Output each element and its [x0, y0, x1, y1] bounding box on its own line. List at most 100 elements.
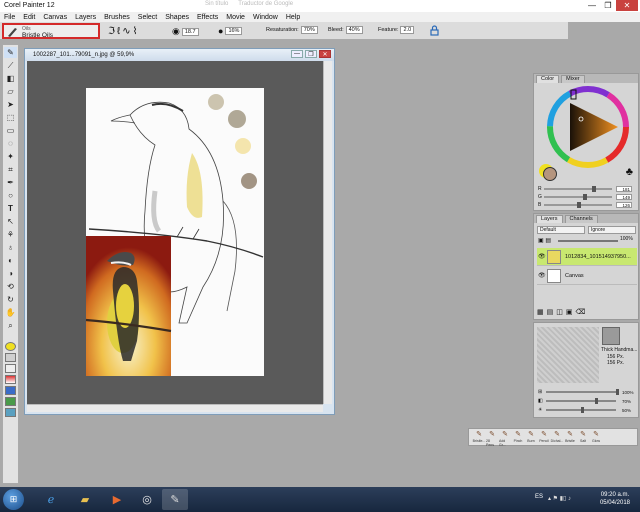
- explorer-icon[interactable]: ▰: [72, 489, 98, 510]
- menu-edit[interactable]: Edit: [23, 14, 35, 21]
- stroke-icon[interactable]: ⌇: [133, 26, 138, 37]
- chrome-icon[interactable]: ◎: [134, 489, 160, 510]
- stroke-icon[interactable]: ℓ: [117, 26, 120, 37]
- transform-tool-icon[interactable]: ⬚: [4, 112, 17, 123]
- tray-icons[interactable]: ▴ ⚑ ▮▯ ♪: [548, 495, 571, 502]
- media-player-icon[interactable]: ▶: [104, 489, 130, 510]
- resaturation-field[interactable]: 70%: [300, 26, 318, 34]
- paper-scale-slider[interactable]: [546, 389, 619, 395]
- painter-taskbar-icon[interactable]: ✎: [162, 489, 188, 510]
- canvas-artwork[interactable]: [27, 61, 323, 404]
- menu-movie[interactable]: Movie: [226, 14, 245, 21]
- composite-method-select[interactable]: Default: [537, 226, 585, 234]
- layer-lock-icons[interactable]: ▣ ▤: [538, 237, 551, 244]
- layer-adjuster-icon[interactable]: ➤: [4, 99, 17, 110]
- tab-mixer[interactable]: Mixer: [561, 75, 585, 83]
- doc-close-button[interactable]: ✕: [319, 50, 331, 58]
- pen-tool-icon[interactable]: ✒: [4, 177, 17, 188]
- r-slider-knob[interactable]: [592, 185, 597, 192]
- menu-file[interactable]: File: [4, 14, 15, 21]
- opacity-field[interactable]: 16%: [225, 27, 243, 35]
- burn-tool-icon[interactable]: ◑: [4, 268, 17, 279]
- b-slider[interactable]: [544, 201, 612, 208]
- rect-select-icon[interactable]: ▭: [4, 125, 17, 136]
- g-value[interactable]: 149: [616, 193, 632, 200]
- clock[interactable]: 09:20 a.m. 05/04/2018: [600, 491, 630, 507]
- feature-field[interactable]: 2.0: [400, 26, 415, 34]
- paper-contrast-slider[interactable]: [546, 398, 616, 404]
- lock-icon[interactable]: [430, 25, 439, 36]
- shape-select-icon[interactable]: ↖: [4, 216, 17, 227]
- canvas-area[interactable]: [27, 61, 323, 404]
- layer-action-icons[interactable]: ▦▤◫▣⌫: [537, 308, 588, 316]
- paper-scale-value[interactable]: 100%: [622, 390, 634, 395]
- dodge-tool-icon[interactable]: ◐: [4, 255, 17, 266]
- doc-maximize-button[interactable]: ❐: [305, 50, 317, 58]
- look-selector-icon[interactable]: [5, 408, 16, 417]
- text-tool-icon[interactable]: T: [4, 203, 17, 214]
- dropper-tool-icon[interactable]: ⟋: [4, 60, 17, 71]
- crop-tool-icon[interactable]: ⌗: [4, 164, 17, 175]
- brush-selector[interactable]: Oils Bristle Oils: [2, 23, 100, 39]
- doc-minimize-button[interactable]: —: [291, 50, 303, 58]
- layer-row-canvas[interactable]: 👁 Canvas: [537, 267, 637, 285]
- menu-help[interactable]: Help: [286, 14, 300, 21]
- color-wheel[interactable]: [540, 85, 636, 169]
- brush-preset[interactable]: ✎ Bristle...: [473, 430, 486, 445]
- menu-canvas[interactable]: Canvas: [43, 14, 67, 21]
- shape-tool-icon[interactable]: ○: [4, 190, 17, 201]
- horizontal-scrollbar[interactable]: [27, 404, 323, 412]
- maximize-button[interactable]: ❐: [600, 0, 616, 11]
- menu-shapes[interactable]: Shapes: [165, 14, 189, 21]
- close-button[interactable]: ✕: [616, 0, 638, 11]
- minimize-button[interactable]: —: [584, 0, 600, 11]
- menu-layers[interactable]: Layers: [75, 14, 96, 21]
- paper-selector-icon[interactable]: [5, 353, 16, 362]
- nozzle-selector-icon[interactable]: [5, 397, 16, 406]
- mirror-tool-icon[interactable]: ⟲: [4, 281, 17, 292]
- brush-preset[interactable]: ✎ Burn: [525, 430, 537, 445]
- tab-color[interactable]: Color: [536, 75, 560, 83]
- r-slider[interactable]: [544, 185, 612, 192]
- rubber-stamp-icon[interactable]: ♁: [4, 242, 17, 253]
- tab-layers[interactable]: Layers: [536, 215, 563, 223]
- magnifier-tool-icon[interactable]: ⌕: [4, 320, 17, 331]
- vertical-scrollbar[interactable]: [323, 61, 332, 404]
- clone-color-icon[interactable]: ♣: [626, 166, 633, 178]
- lasso-tool-icon[interactable]: ◌: [4, 138, 17, 149]
- menu-select[interactable]: Select: [138, 14, 157, 21]
- main-color-chip[interactable]: [543, 167, 557, 181]
- r-value[interactable]: 181: [616, 185, 632, 192]
- brush-preset[interactable]: ✎ Bristle: [564, 430, 576, 445]
- b-value[interactable]: 126: [616, 201, 632, 208]
- start-button[interactable]: ⊞: [3, 489, 24, 510]
- brush-preset[interactable]: ✎ Glow: [590, 430, 602, 445]
- menu-window[interactable]: Window: [253, 14, 278, 21]
- brush-preset[interactable]: ✎ Add Gr...: [499, 430, 511, 447]
- paper-contrast-value[interactable]: 70%: [622, 399, 631, 404]
- brush-tool-icon[interactable]: ✎: [4, 47, 17, 58]
- stroke-icon[interactable]: ℑ: [108, 26, 115, 37]
- composite-depth-select[interactable]: Ignore: [588, 226, 636, 234]
- rotate-page-icon[interactable]: ↻: [4, 294, 17, 305]
- menu-effects[interactable]: Effects: [197, 14, 218, 21]
- brush-preset[interactable]: ✎ Dichal...: [551, 430, 564, 445]
- brush-preset[interactable]: ✎ 28 Pens: [486, 430, 498, 447]
- stroke-icon[interactable]: ∿: [122, 26, 130, 37]
- ie-icon[interactable]: ℯ: [38, 489, 64, 510]
- grabber-tool-icon[interactable]: ✋: [4, 307, 17, 318]
- menu-brushes[interactable]: Brushes: [104, 14, 130, 21]
- bleed-field[interactable]: 40%: [345, 26, 363, 34]
- visibility-eye-icon[interactable]: 👁: [538, 272, 546, 279]
- layer-opacity-value[interactable]: 100%: [620, 236, 633, 242]
- cloner-tool-icon[interactable]: ⚘: [4, 229, 17, 240]
- paper-brightness-slider[interactable]: [546, 407, 616, 413]
- tab-channels[interactable]: Channels: [564, 215, 598, 223]
- b-slider-knob[interactable]: [577, 201, 582, 208]
- language-indicator[interactable]: ES: [535, 494, 543, 500]
- layer-row-selected[interactable]: 👁 1012834_101514937950...: [537, 248, 637, 266]
- size-field[interactable]: 18.7: [181, 27, 199, 36]
- paper-brightness-value[interactable]: 50%: [622, 408, 631, 413]
- brush-preset[interactable]: ✎ Salt: [577, 430, 589, 445]
- magic-wand-icon[interactable]: ✦: [4, 151, 17, 162]
